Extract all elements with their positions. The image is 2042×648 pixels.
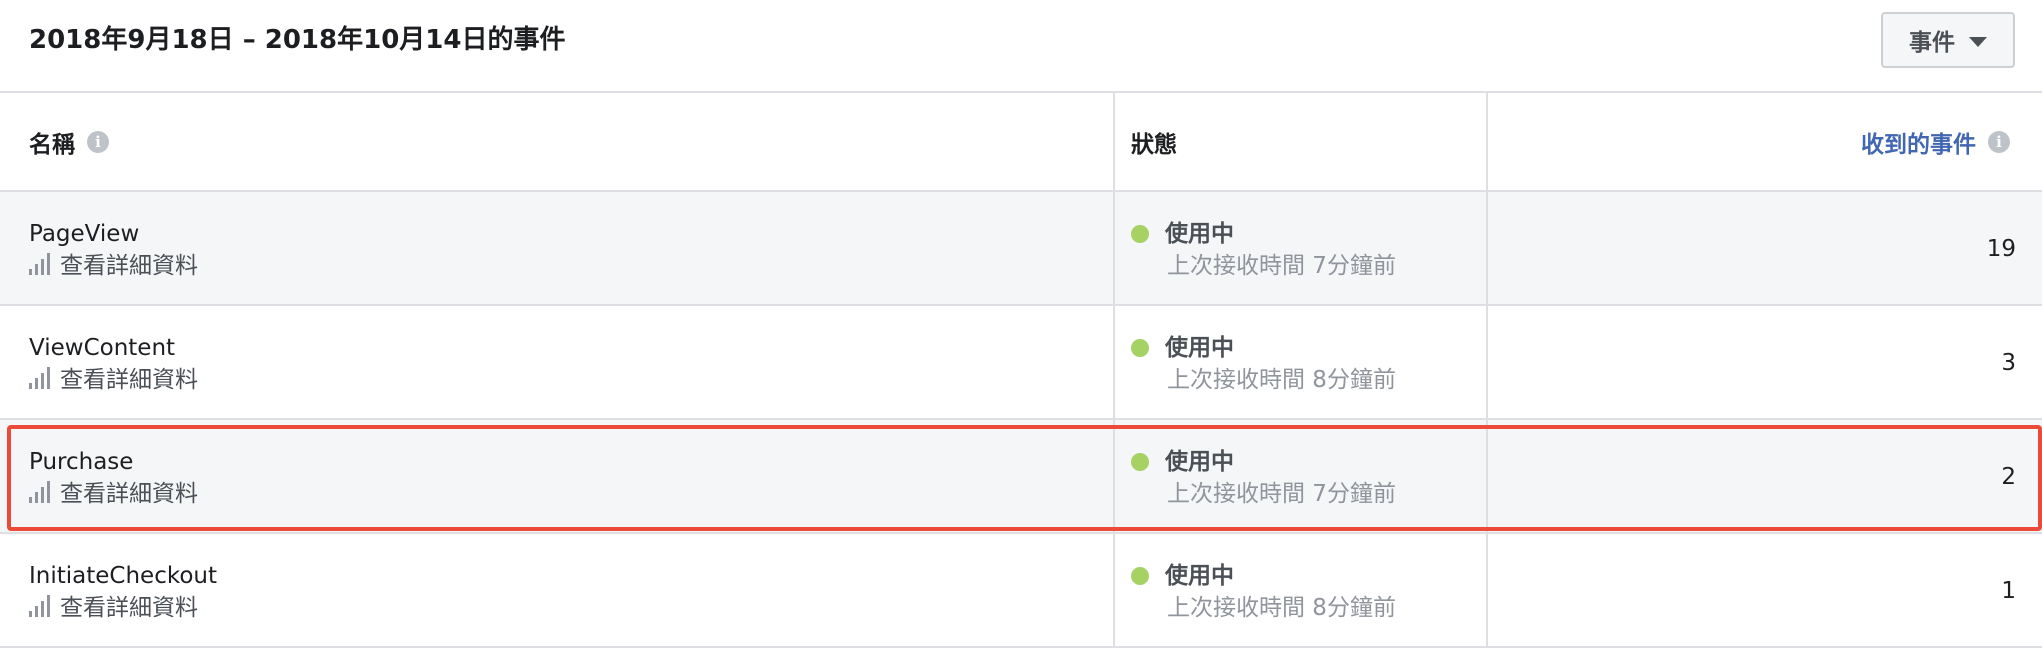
status-dot-icon [1131, 453, 1149, 471]
column-header-received-events[interactable]: 收到的事件 i [1861, 125, 2010, 159]
events-header-bar: 2018年9月18日 – 2018年10月14日的事件 事件 [0, 0, 2042, 93]
last-received-text: 上次接收時間 7分鐘前 [1167, 253, 1396, 279]
events-table: 名稱 i 狀態 收到的事件 i PageView 查看詳細資料 使用中 上次接收… [0, 93, 2042, 648]
column-header-name-label: 名稱 [29, 132, 75, 158]
view-details-label: 查看詳細資料 [60, 367, 198, 393]
view-details-link[interactable]: 查看詳細資料 [29, 479, 198, 509]
received-count: 19 [1986, 236, 2016, 262]
bar-chart-icon [29, 253, 50, 275]
status-label: 使用中 [1165, 449, 1234, 475]
column-header-status: 狀態 [1131, 132, 1177, 158]
status-dot-icon [1131, 225, 1149, 243]
received-count: 2 [2001, 464, 2016, 490]
event-dropdown-label: 事件 [1909, 30, 1955, 56]
info-icon[interactable]: i [1988, 131, 2010, 153]
event-name-cell: Purchase 查看詳細資料 [29, 447, 198, 509]
status-dot-icon [1131, 567, 1149, 585]
received-count: 1 [2001, 578, 2016, 604]
bar-chart-icon [29, 367, 50, 389]
events-page: 2018年9月18日 – 2018年10月14日的事件 事件 名稱 i 狀態 收… [0, 0, 2042, 648]
last-received-text: 上次接收時間 7分鐘前 [1167, 481, 1396, 507]
event-name-cell: InitiateCheckout 查看詳細資料 [29, 561, 217, 623]
view-details-label: 查看詳細資料 [60, 481, 198, 507]
received-count: 3 [2001, 350, 2016, 376]
column-divider [1486, 93, 1488, 192]
column-divider [1113, 306, 1115, 420]
view-details-label: 查看詳細資料 [60, 253, 198, 279]
column-divider [1113, 93, 1115, 192]
event-name: InitiateCheckout [29, 563, 218, 589]
column-divider [1486, 534, 1488, 648]
column-header-name: 名稱 i [29, 125, 109, 159]
status-cell: 使用中 上次接收時間 7分鐘前 [1131, 447, 1396, 509]
caret-down-icon [1969, 36, 1987, 47]
info-icon[interactable]: i [87, 131, 109, 153]
status-cell: 使用中 上次接收時間 8分鐘前 [1131, 333, 1396, 395]
column-divider [1486, 306, 1488, 420]
bar-chart-icon [29, 481, 50, 503]
column-divider [1113, 420, 1115, 534]
event-name-cell: PageView 查看詳細資料 [29, 219, 198, 281]
event-name: PageView [29, 221, 140, 247]
view-details-link[interactable]: 查看詳細資料 [29, 593, 217, 623]
status-cell: 使用中 上次接收時間 8分鐘前 [1131, 561, 1396, 623]
last-received-text: 上次接收時間 8分鐘前 [1167, 367, 1396, 393]
view-details-link[interactable]: 查看詳細資料 [29, 365, 198, 395]
table-row: PageView 查看詳細資料 使用中 上次接收時間 7分鐘前 19 [0, 192, 2042, 306]
bar-chart-icon [29, 595, 50, 617]
view-details-label: 查看詳細資料 [60, 595, 198, 621]
column-divider [1486, 420, 1488, 534]
status-dot-icon [1131, 339, 1149, 357]
status-label: 使用中 [1165, 563, 1234, 589]
table-row: ViewContent 查看詳細資料 使用中 上次接收時間 8分鐘前 3 [0, 306, 2042, 420]
column-divider [1486, 192, 1488, 306]
status-label: 使用中 [1165, 335, 1234, 361]
event-type-dropdown[interactable]: 事件 [1881, 12, 2015, 68]
column-divider [1113, 534, 1115, 648]
table-row: Purchase 查看詳細資料 使用中 上次接收時間 7分鐘前 2 [0, 420, 2042, 534]
event-name-cell: ViewContent 查看詳細資料 [29, 333, 198, 395]
event-name: Purchase [29, 449, 134, 475]
column-header-received-label: 收到的事件 [1861, 132, 1976, 158]
status-cell: 使用中 上次接收時間 7分鐘前 [1131, 219, 1396, 281]
event-name: ViewContent [29, 335, 176, 361]
status-label: 使用中 [1165, 221, 1234, 247]
date-range-title: 2018年9月18日 – 2018年10月14日的事件 [29, 25, 566, 55]
column-divider [1113, 192, 1115, 306]
table-row: InitiateCheckout 查看詳細資料 使用中 上次接收時間 8分鐘前 … [0, 534, 2042, 648]
view-details-link[interactable]: 查看詳細資料 [29, 251, 198, 281]
last-received-text: 上次接收時間 8分鐘前 [1167, 595, 1396, 621]
table-header-row: 名稱 i 狀態 收到的事件 i [0, 93, 2042, 192]
